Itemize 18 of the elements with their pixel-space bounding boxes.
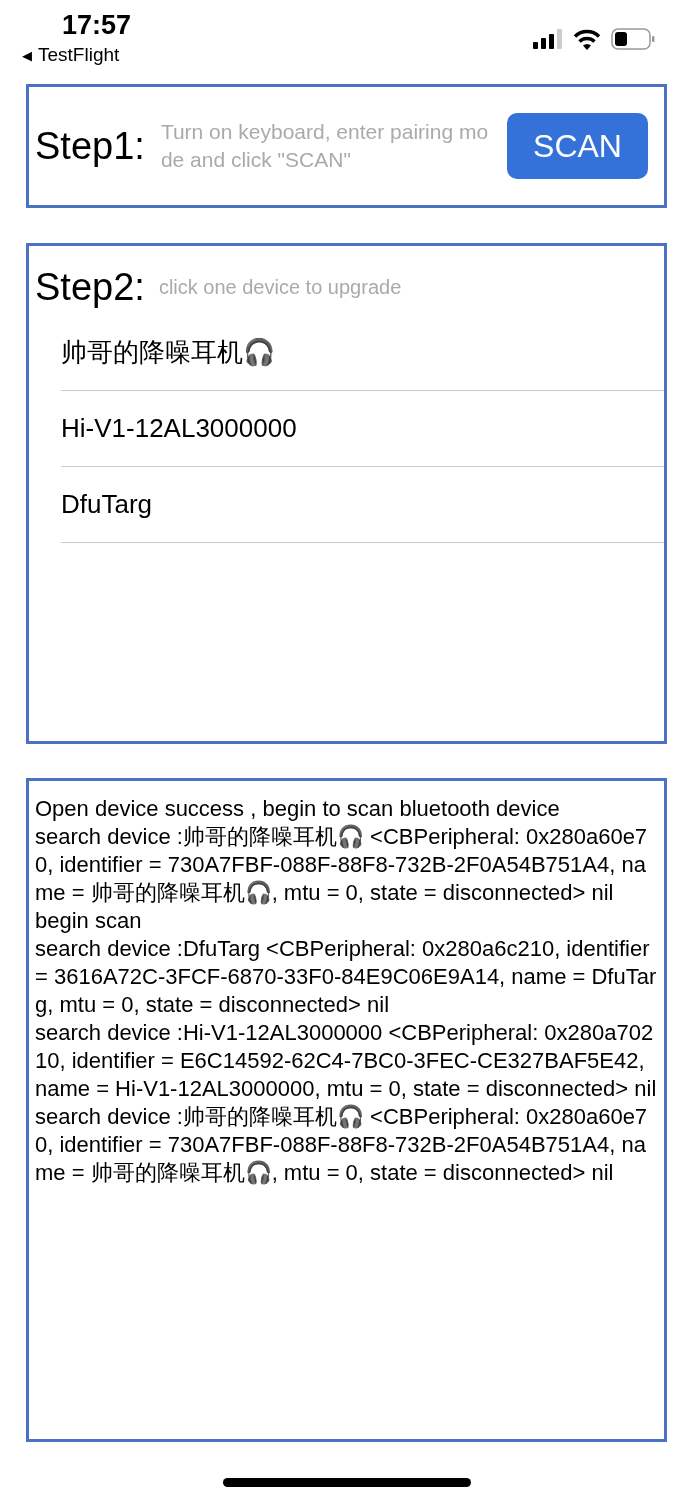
step-hint: click one device to upgrade [158,276,402,299]
device-item[interactable]: Hi-V1-12AL3000000 [61,391,664,467]
log-line: search device :帅哥的降噪耳机🎧 <CBPeripheral: 0x280a60e70, identifier = 730A7FBF-088F-88F8-732B-2F0A54B751A4, name = 帅哥的降噪耳机🎧, mtu = 0, state = disconnected> nil [35,1103,649,1187]
device-item[interactable]: 帅哥的降噪耳机🎧 [61,315,664,391]
scan-button[interactable]: SCAN [507,113,648,179]
back-link[interactable]: TestFlight [38,44,120,66]
wifi-icon [573,28,601,50]
back-arrow[interactable]: ◀ [22,47,32,63]
log-line: Open device success , begin to scan bluetooth device [35,795,561,823]
step-hint: Turn on keyboard, enter pairing mode and click "SCAN" [160,119,490,173]
battery-icon [611,28,655,50]
status-time: 17:57 [62,10,132,41]
device-item[interactable]: DfuTarg [61,467,664,543]
home-indicator[interactable] [222,1478,471,1487]
step-label: Step1: [35,124,145,168]
signal-icon [533,29,563,49]
log-line: begin scan [35,907,143,935]
step-label: Step2: [35,266,145,309]
